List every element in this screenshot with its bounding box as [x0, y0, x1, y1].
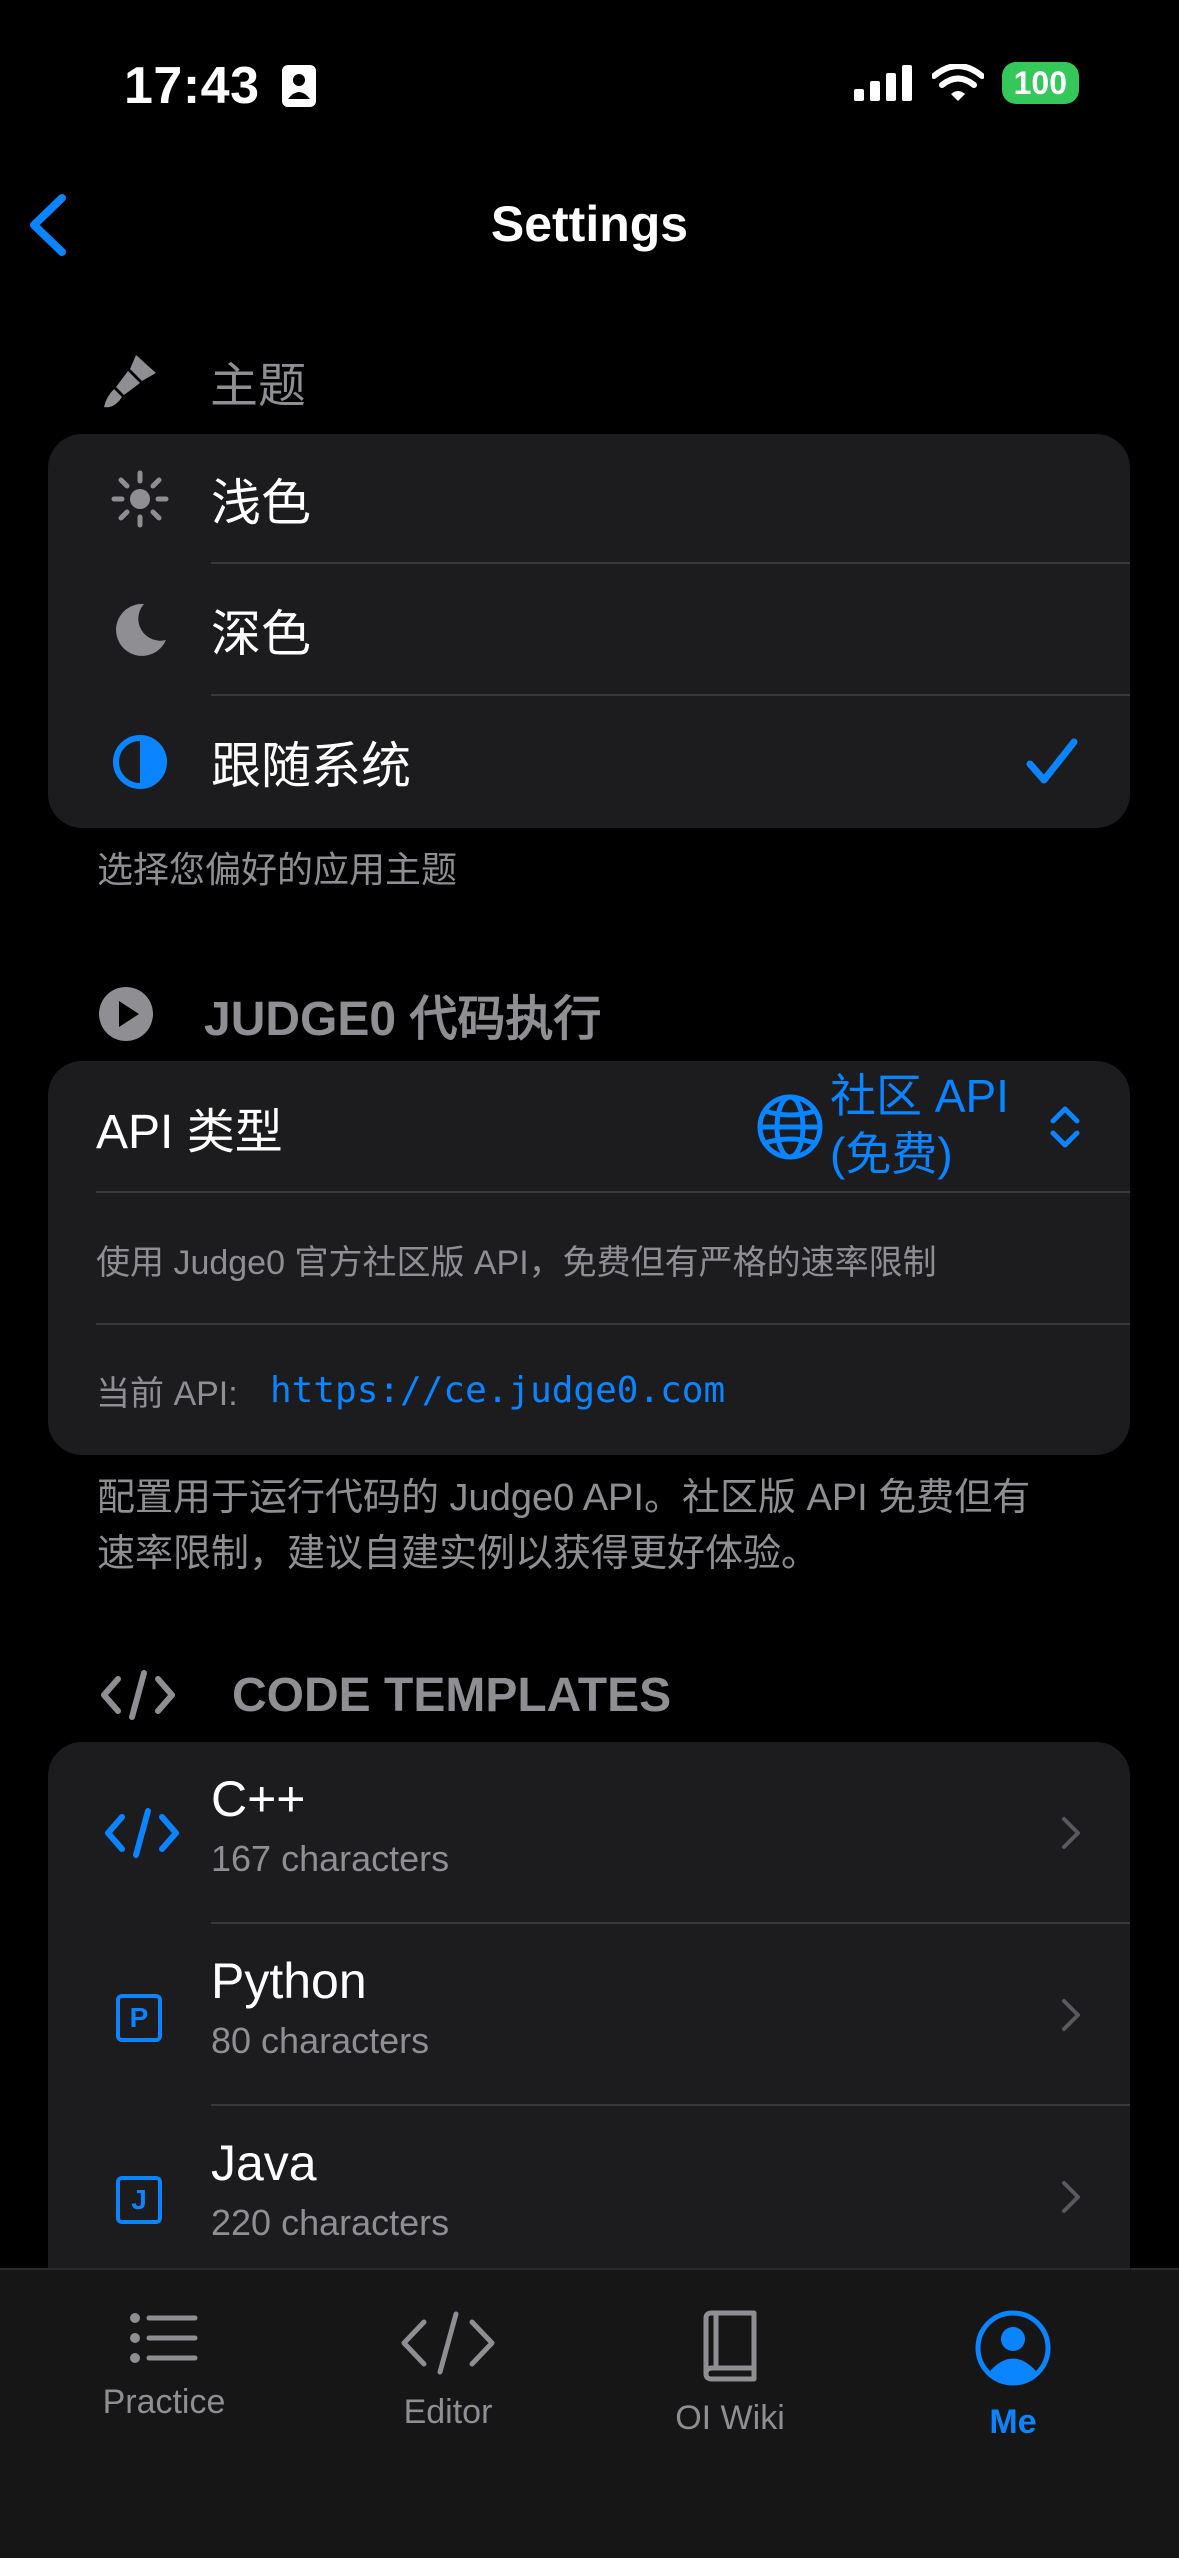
theme-header-label: 主题: [210, 360, 307, 413]
battery-indicator: 100: [1001, 62, 1079, 104]
moon-icon: [116, 603, 166, 656]
tab-practice[interactable]: Practice: [44, 2310, 284, 2422]
theme-option-label: 跟随系统: [211, 738, 411, 794]
checkmark-icon: [1026, 738, 1078, 784]
theme-option-system[interactable]: 跟随系统: [48, 696, 1130, 828]
code-icon: [101, 1670, 175, 1720]
api-description-row: 使用 Judge0 官方社区版 API，免费但有严格的速率限制: [48, 1193, 1130, 1325]
theme-option-light[interactable]: 浅色: [48, 434, 1130, 564]
theme-option-label: 深色: [211, 606, 311, 662]
api-type-value-sub: (免费): [830, 1128, 953, 1180]
letter-p-text: P: [129, 2002, 149, 2033]
sun-icon: [111, 470, 169, 528]
person-card-icon: [282, 65, 317, 107]
judge0-footer-line: 配置用于运行代码的 Judge0 API。社区版 API 免费但有: [97, 1477, 1031, 1519]
theme-option-label: 浅色: [211, 475, 311, 531]
api-description: 使用 Judge0 官方社区版 API，免费但有严格的速率限制: [96, 1243, 937, 1282]
template-row-cpp[interactable]: C++ 167 characters: [48, 1742, 1130, 1924]
current-api-url[interactable]: https://ce.judge0.com: [270, 1370, 725, 1411]
list-icon: [130, 2313, 198, 2363]
template-name: Java: [211, 2135, 317, 2191]
judge0-footer: 配置用于运行代码的 Judge0 API。社区版 API 免费但有 速率限制，建…: [97, 1470, 1030, 1582]
book-icon: [703, 2310, 757, 2382]
judge0-header-label: JUDGE0 代码执行: [204, 993, 602, 1046]
template-name: Python: [211, 1953, 367, 2009]
tab-bar: Practice Editor OI Wiki Me: [0, 2268, 1179, 2558]
theme-option-dark[interactable]: 深色: [48, 564, 1130, 696]
api-type-label: API 类型: [96, 1106, 283, 1159]
template-detail: 220 characters: [211, 2202, 450, 2243]
tab-me[interactable]: Me: [893, 2310, 1133, 2442]
judge0-footer-line: 速率限制，建议自建实例以获得更好体验。: [97, 1533, 820, 1575]
person-circle-icon: [975, 2310, 1051, 2386]
page-title: Settings: [490, 196, 689, 252]
api-type-value: 社区 API: [830, 1070, 1009, 1122]
tab-label: OI Wiki: [675, 2399, 785, 2437]
template-name: C++: [211, 1771, 306, 1827]
paintbrush-icon: [104, 355, 156, 408]
theme-section-header: 主题: [100, 348, 306, 414]
status-time: 17:43: [124, 56, 317, 116]
template-row-java[interactable]: J Java 220 characters: [48, 2106, 1130, 2288]
theme-footer: 选择您偏好的应用主题: [97, 849, 458, 890]
time-text: 17:43: [124, 57, 260, 115]
half-circle-icon: [113, 735, 167, 789]
current-api-row: 当前 API: https://ce.judge0.com: [48, 1325, 1130, 1455]
code-icon: [105, 1808, 179, 1858]
letter-p-icon: P: [116, 1994, 162, 2042]
play-circle-icon: [99, 987, 153, 1041]
current-api-label: 当前 API:: [96, 1374, 238, 1413]
judge0-section-header: JUDGE0 代码执行: [98, 981, 601, 1047]
theme-card: 浅色 深色 跟随系统: [48, 434, 1130, 828]
api-type-row[interactable]: API 类型 社区 API (免费): [48, 1061, 1130, 1193]
chevron-right-icon: [1062, 2181, 1080, 2213]
templates-header-label: CODE TEMPLATES: [232, 1668, 672, 1722]
chevron-right-icon: [1062, 1999, 1080, 2031]
templates-card: C++ 167 characters P Python 80 character…: [48, 1742, 1130, 2322]
tab-label: Editor: [403, 2393, 493, 2431]
tab-oiwiki[interactable]: OI Wiki: [610, 2310, 850, 2438]
tab-editor[interactable]: Editor: [328, 2310, 568, 2432]
api-type-picker[interactable]: 社区 API (免费): [830, 1067, 1009, 1183]
chevron-right-icon: [1062, 1817, 1080, 1849]
letter-j-text: J: [131, 2184, 147, 2215]
chevron-up-down-icon: [1050, 1106, 1080, 1148]
letter-j-icon: J: [116, 2176, 162, 2224]
judge0-card: API 类型 社区 API (免费) 使用 Judge0 官方社区版 API，免…: [48, 1061, 1130, 1455]
status-indicators: 100: [853, 62, 1079, 104]
templates-section-header: CODE TEMPLATES: [100, 1662, 671, 1728]
tab-label: Practice: [102, 2383, 226, 2421]
template-detail: 80 characters: [211, 2020, 430, 2061]
tab-label: Me: [989, 2403, 1037, 2441]
template-detail: 167 characters: [211, 1838, 450, 1879]
code-icon: [401, 2311, 495, 2375]
template-row-python[interactable]: P Python 80 characters: [48, 1924, 1130, 2106]
signal-icon: [853, 65, 912, 101]
wifi-icon: [931, 64, 984, 101]
globe-icon: [757, 1094, 823, 1160]
